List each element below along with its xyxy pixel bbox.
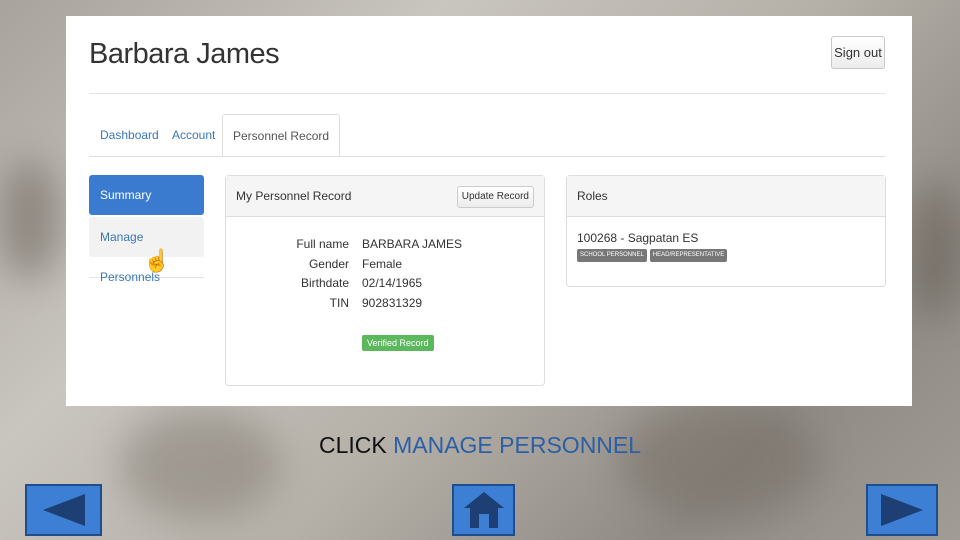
tab-dashboard[interactable]: Dashboard	[100, 114, 159, 156]
background-figure	[0, 160, 60, 280]
background-figure	[620, 400, 820, 520]
update-record-button[interactable]: Update Record	[456, 186, 534, 208]
background-figure	[120, 410, 280, 520]
background-figure	[910, 180, 960, 320]
personnel-record-panel: My Personnel Record Update Record Full n…	[225, 175, 545, 386]
verified-badge: Verified Record	[362, 335, 434, 351]
hand-cursor-icon: ☝	[143, 248, 171, 273]
home-icon	[463, 492, 504, 528]
record-row: Birthdate 02/14/1965	[226, 276, 544, 296]
role-badge: HEAD/REPRESENTATIVE	[649, 249, 728, 262]
caption-prefix: CLICK	[318, 432, 387, 458]
field-label: Full name	[296, 237, 349, 251]
panel-title: Roles	[577, 189, 608, 203]
roles-panel: Roles 100268 - Sagpatan ES SCHOOL PERSON…	[566, 175, 886, 287]
field-value: 902831329	[362, 296, 423, 310]
record-row: TIN 902831329	[226, 296, 544, 316]
caption-highlight: MANAGE PERSONNEL	[393, 432, 642, 458]
app-screenshot: Barbara James Sign out Dashboard Account…	[66, 16, 912, 406]
field-label: TIN	[329, 296, 349, 310]
sign-out-button[interactable]: Sign out	[831, 36, 885, 69]
arrow-right-icon	[881, 494, 923, 526]
arrow-left-icon	[42, 494, 85, 526]
panel-header: My Personnel Record Update Record	[226, 176, 544, 217]
role-badges: SCHOOL PERSONNEL HEAD/REPRESENTATIVE	[577, 249, 728, 262]
role-badge: SCHOOL PERSONNEL	[577, 249, 647, 262]
panel-header: Roles	[567, 176, 885, 217]
previous-button[interactable]	[25, 484, 102, 536]
divider	[89, 93, 885, 94]
field-label: Birthdate	[300, 276, 349, 290]
tab-bar: Dashboard Account Personnel Record	[89, 114, 885, 157]
next-button[interactable]	[866, 484, 938, 536]
field-label: Gender	[308, 257, 349, 271]
role-name: 100268 - Sagpatan ES	[577, 231, 699, 245]
tab-account[interactable]: Account	[172, 114, 215, 156]
page-title: Barbara James	[89, 38, 280, 70]
field-value: 02/14/1965	[362, 276, 423, 290]
instruction-caption: CLICK MANAGE PERSONNEL	[0, 432, 960, 459]
home-button[interactable]	[452, 484, 515, 536]
record-row: Gender Female	[226, 257, 544, 277]
tab-personnel-record[interactable]: Personnel Record	[222, 114, 341, 156]
panel-title: My Personnel Record	[236, 189, 352, 203]
record-row: Full name BARBARA JAMES	[226, 237, 544, 257]
field-value: BARBARA JAMES	[362, 237, 463, 251]
sidebar-item-summary[interactable]: Summary	[89, 175, 204, 215]
field-value: Female	[362, 257, 403, 271]
